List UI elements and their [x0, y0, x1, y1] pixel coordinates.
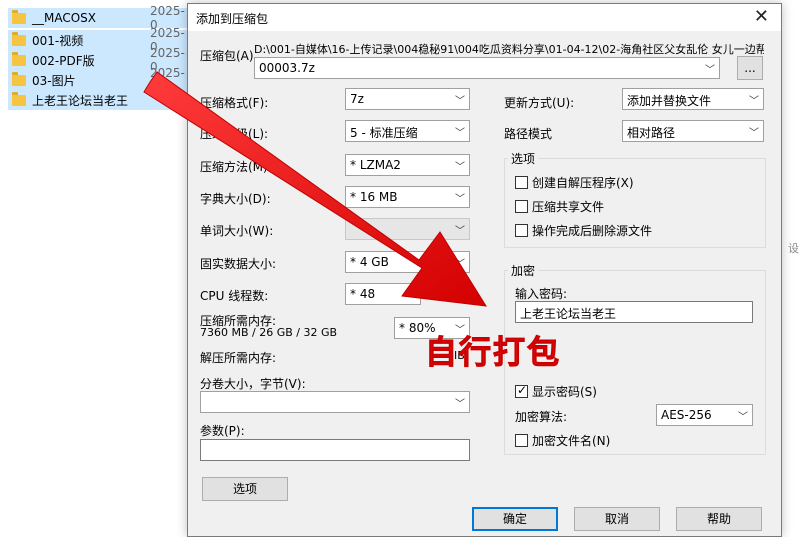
cpu-value: * 48	[350, 287, 376, 301]
mem-value: 7360 MB / 26 GB / 32 GB	[200, 326, 338, 339]
options-button[interactable]: 选项	[202, 477, 288, 501]
checkbox-box-checked	[515, 383, 528, 398]
shared-label: 压缩共享文件	[532, 200, 605, 214]
options-group-title: 选项	[508, 150, 539, 167]
title-bar: 添加到压缩包 ✕	[188, 4, 781, 31]
checkbox-box	[515, 200, 528, 213]
decomp-label: 解压所需内存:	[200, 351, 277, 365]
help-button[interactable]: 帮助	[676, 507, 762, 531]
cancel-button[interactable]: 取消	[574, 507, 660, 531]
chevron-down-icon: ﹀	[455, 259, 465, 270]
method-label: 压缩方法(M):	[200, 160, 272, 174]
dict-combo[interactable]: * 16 MB ﹀	[345, 186, 470, 208]
file-row-macosx[interactable]: __MACOSX 2025-0	[8, 4, 188, 32]
word-label: 单词大小(W):	[200, 224, 274, 238]
close-icon[interactable]: ✕	[754, 6, 769, 27]
format-value: 7z	[350, 92, 364, 106]
file-row-images[interactable]: 03-图片 2025-0	[8, 66, 188, 94]
file-name: 上老王论坛当老王	[32, 93, 129, 108]
file-name: 03-图片	[32, 73, 76, 88]
chevron-down-icon: ﹀	[406, 291, 416, 302]
delete-checkbox[interactable]: 操作完成后删除源文件	[515, 222, 652, 239]
update-combo[interactable]: 添加并替换文件 ﹀	[622, 88, 764, 110]
password-label: 输入密码:	[515, 287, 568, 301]
format-combo[interactable]: 7z ﹀	[345, 88, 470, 110]
checkbox-box	[515, 176, 528, 189]
archive-path: D:\001-自媒体\16-上传记录\004稳秘91\004吃瓜资料分享\01-…	[254, 43, 764, 56]
password-value: 上老王论坛当老王	[520, 307, 617, 321]
algo-combo[interactable]: AES-256 ﹀	[656, 404, 753, 426]
folder-icon	[12, 71, 26, 86]
algo-label: 加密算法:	[515, 410, 568, 424]
params-label: 参数(P):	[200, 424, 245, 438]
params-input[interactable]	[200, 439, 470, 461]
checkbox-box	[515, 434, 528, 447]
sfx-checkbox[interactable]: 创建自解压程序(X)	[515, 174, 634, 191]
overlay-caption: 自行打包	[424, 333, 562, 372]
password-input[interactable]: 上老王论坛当老王	[515, 301, 753, 323]
level-value: 5 - 标准压缩	[350, 126, 418, 140]
folder-icon	[12, 31, 26, 46]
folder-icon	[12, 51, 26, 66]
dict-value: * 16 MB	[350, 190, 398, 204]
dict-label: 字典大小(D):	[200, 192, 271, 206]
delete-label: 操作完成后删除源文件	[532, 224, 653, 238]
archive-name-combo[interactable]: 00003.7z ﹀	[254, 57, 720, 79]
chevron-down-icon: ﹀	[749, 96, 759, 107]
archive-name-value: 00003.7z	[259, 61, 315, 75]
edge-text: 设	[788, 242, 799, 255]
encrypt-group-title: 加密	[508, 262, 539, 279]
dialog-title: 添加到压缩包	[196, 12, 269, 26]
solid-label: 固实数据大小:	[200, 257, 277, 271]
cpu-combo[interactable]: * 48 ﹀	[345, 283, 421, 305]
encrypt-names-checkbox[interactable]: 加密文件名(N)	[515, 432, 610, 449]
encrypt-names-label: 加密文件名(N)	[532, 434, 611, 448]
level-label: 压缩等级(L):	[200, 127, 269, 141]
path-value: 相对路径	[627, 126, 676, 140]
chevron-down-icon: ﹀	[455, 162, 465, 173]
method-value: * LZMA2	[350, 158, 401, 172]
file-name: __MACOSX	[32, 11, 97, 25]
browse-button[interactable]: ...	[737, 56, 763, 80]
file-name: 001-视频	[32, 33, 84, 48]
checkbox-box	[515, 224, 528, 237]
method-combo[interactable]: * LZMA2 ﹀	[345, 154, 470, 176]
cpu-label: CPU 线程数:	[200, 289, 269, 303]
sfx-label: 创建自解压程序(X)	[532, 176, 634, 190]
algo-value: AES-256	[661, 408, 712, 422]
path-label: 路径模式	[504, 127, 553, 141]
show-password-checkbox[interactable]: 显示密码(S)	[515, 383, 597, 400]
solid-value: * 4 GB	[350, 255, 389, 269]
archive-label: 压缩包(A)	[200, 49, 254, 63]
chevron-down-icon: ﹀	[455, 194, 465, 205]
file-name: 002-PDF版	[32, 53, 95, 68]
chevron-down-icon: ﹀	[705, 65, 715, 76]
shared-checkbox[interactable]: 压缩共享文件	[515, 198, 604, 215]
update-value: 添加并替换文件	[627, 94, 712, 108]
folder-icon	[12, 91, 26, 106]
chevron-down-icon: ﹀	[455, 96, 465, 107]
chevron-down-icon: ﹀	[455, 226, 465, 237]
level-combo[interactable]: 5 - 标准压缩 ﹀	[345, 120, 470, 142]
show-password-label: 显示密码(S)	[532, 385, 597, 399]
split-combo[interactable]: ﹀	[200, 391, 470, 413]
chevron-down-icon: ﹀	[738, 412, 748, 423]
split-label: 分卷大小，字节(V):	[200, 377, 306, 391]
chevron-down-icon: ﹀	[749, 128, 759, 139]
chevron-down-icon: ﹀	[455, 399, 465, 410]
path-combo[interactable]: 相对路径 ﹀	[622, 120, 764, 142]
folder-icon	[12, 9, 26, 24]
update-label: 更新方式(U):	[504, 96, 575, 110]
file-row-text[interactable]: 上老王论坛当老王	[8, 90, 188, 110]
word-combo[interactable]: ﹀	[345, 218, 470, 240]
ok-button[interactable]: 确定	[472, 507, 558, 531]
add-to-archive-dialog: 添加到压缩包 ✕ 压缩包(A) D:\001-自媒体\16-上传记录\004稳秘…	[187, 3, 782, 537]
solid-combo[interactable]: * 4 GB ﹀	[345, 251, 470, 273]
format-label: 压缩格式(F):	[200, 96, 269, 110]
chevron-down-icon: ﹀	[455, 128, 465, 139]
